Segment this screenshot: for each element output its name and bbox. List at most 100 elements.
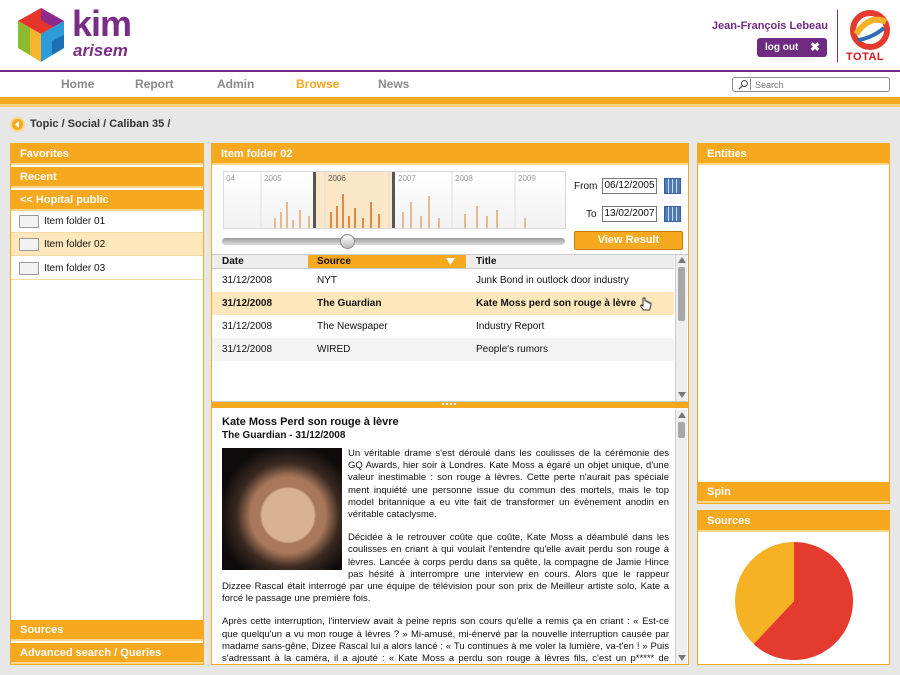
folder-icon (19, 262, 39, 275)
entities-panel: Entities Spin (697, 143, 890, 504)
folder-item-02[interactable]: Item folder 02 (11, 233, 203, 256)
sources-pie-chart[interactable] (734, 541, 854, 661)
to-date-input[interactable]: 13/02/2007 (602, 206, 657, 222)
table-row[interactable]: 31/12/2008 NYT Junk Bond in outlock door… (212, 269, 674, 292)
favorites-header[interactable]: Favorites (11, 144, 203, 165)
table-scrollbar[interactable] (675, 255, 687, 401)
left-sidebar: Favorites Recent << Hopital public Item … (10, 143, 204, 665)
view-result-button[interactable]: View Result (574, 231, 683, 250)
article-title: Kate Moss Perd son rouge à lèvre (222, 416, 399, 428)
cell-title: Junk Bond in outlock door industry (476, 275, 629, 286)
close-icon: ✖ (809, 40, 820, 54)
cell-source: The Newspaper (317, 321, 388, 332)
column-source[interactable]: Source (317, 256, 351, 267)
calendar-icon[interactable] (664, 178, 681, 194)
sources-chart-header[interactable]: Sources (698, 511, 889, 532)
timeline-bars: 04 2005 2006 2007 2008 2009 (226, 172, 536, 229)
nav-browse[interactable]: Browse (296, 77, 339, 91)
cell-source: WIRED (317, 344, 351, 355)
scroll-down-icon[interactable] (678, 392, 686, 398)
timeline-chart[interactable]: 04 2005 2006 2007 2008 2009 (223, 171, 566, 229)
table-row[interactable]: 31/12/2008 The Guardian Kate Moss perd s… (212, 292, 674, 315)
cell-title: Kate Moss perd son rouge à lèvre (476, 298, 637, 309)
logo-kim-text: kim (72, 3, 132, 44)
article-body: Un véritable drame s'est déroulé dans le… (222, 448, 669, 666)
to-label: To (586, 209, 597, 220)
scrollbar-thumb[interactable] (678, 422, 685, 438)
table-header: Date Source Title (212, 255, 674, 269)
timeline-handle-left[interactable] (313, 172, 316, 229)
sort-down-icon[interactable] (446, 258, 455, 265)
column-date[interactable]: Date (222, 256, 244, 267)
scroll-up-icon[interactable] (678, 257, 686, 263)
folder-icon (19, 238, 39, 251)
folder-label: Item folder 02 (44, 239, 106, 250)
hand-cursor-icon (640, 297, 652, 311)
column-title[interactable]: Title (476, 256, 496, 267)
cell-title: People's rumors (476, 344, 548, 355)
search-input[interactable] (755, 79, 885, 90)
nav-admin[interactable]: Admin (217, 77, 254, 91)
year-label: 04 (226, 174, 235, 183)
entities-header[interactable]: Entities (698, 144, 889, 165)
total-brand-icon (850, 10, 890, 50)
spin-header[interactable]: Spin (698, 482, 889, 503)
scrollbar-thumb[interactable] (678, 267, 685, 321)
cell-source: The Guardian (317, 298, 382, 309)
brand-text: TOTAL (846, 51, 885, 63)
article-subtitle: The Guardian - 31/12/2008 (222, 430, 346, 441)
advanced-search-header[interactable]: Advanced search / Queries (11, 643, 203, 664)
back-arrow-icon[interactable] (10, 117, 25, 132)
pane-splitter[interactable] (212, 402, 688, 408)
logo-arisem-text: arisem (73, 41, 128, 60)
cell-title: Industry Report (476, 321, 545, 332)
folder-item-01[interactable]: Item folder 01 (11, 210, 203, 233)
scroll-down-icon[interactable] (678, 655, 686, 661)
from-date-input[interactable]: 06/12/2005 (602, 178, 657, 194)
center-panel-title: Item folder 02 (212, 144, 688, 165)
main-nav: Home Report Admin Browse News (0, 72, 900, 97)
folder-item-03[interactable]: Item folder 03 (11, 257, 203, 280)
year-label: 2008 (455, 174, 473, 183)
nav-underline (0, 97, 900, 104)
zoom-slider-thumb[interactable] (340, 234, 355, 249)
table-row[interactable]: 31/12/2008 The Newspaper Industry Report (212, 315, 674, 338)
cell-date: 31/12/2008 (222, 344, 273, 355)
article-paragraph: Après cette interruption, l'interview av… (222, 616, 669, 666)
header-divider (837, 10, 838, 62)
nav-news[interactable]: News (378, 77, 409, 91)
logout-button[interactable]: log out ✖ (757, 38, 827, 57)
cell-date: 31/12/2008 (222, 275, 273, 286)
user-name: Jean-François Lebeau (711, 20, 828, 32)
center-panel: Item folder 02 04 2005 2006 2007 2008 20… (211, 143, 689, 666)
search-icon (738, 79, 751, 90)
cell-source: NYT (317, 275, 337, 286)
grip-icon (442, 403, 456, 405)
from-label: From (574, 181, 598, 192)
timeline-handle-right[interactable] (392, 172, 395, 229)
nav-underline-light (0, 104, 900, 107)
year-label: 2009 (518, 174, 536, 183)
nav-home[interactable]: Home (61, 77, 94, 91)
sources-chart-panel: Sources (697, 510, 890, 665)
year-label: 2005 (264, 174, 282, 183)
header: kim arisem Jean-François Lebeau log out … (0, 0, 900, 72)
recent-header[interactable]: Recent (11, 167, 203, 188)
year-label: 2007 (398, 174, 416, 183)
folder-label: Item folder 03 (44, 263, 106, 274)
breadcrumb: Topic / Social / Caliban 35 / (30, 118, 171, 130)
cell-date: 31/12/2008 (222, 321, 273, 332)
nav-report[interactable]: Report (135, 77, 174, 91)
results-table: Date Source Title 31/12/2008 NYT Junk Bo… (212, 254, 688, 402)
search-box[interactable] (732, 77, 890, 92)
folder-icon (19, 215, 39, 228)
logout-label: log out (765, 42, 799, 53)
cell-date: 31/12/2008 (222, 298, 273, 309)
sources-header[interactable]: Sources (11, 620, 203, 641)
article-scrollbar[interactable] (675, 410, 687, 664)
scroll-up-icon[interactable] (678, 412, 686, 418)
hopital-public-header[interactable]: << Hopital public (11, 190, 203, 211)
calendar-icon[interactable] (664, 206, 681, 222)
zoom-slider-track[interactable] (222, 238, 565, 245)
table-row[interactable]: 31/12/2008 WIRED People's rumors (212, 338, 674, 361)
